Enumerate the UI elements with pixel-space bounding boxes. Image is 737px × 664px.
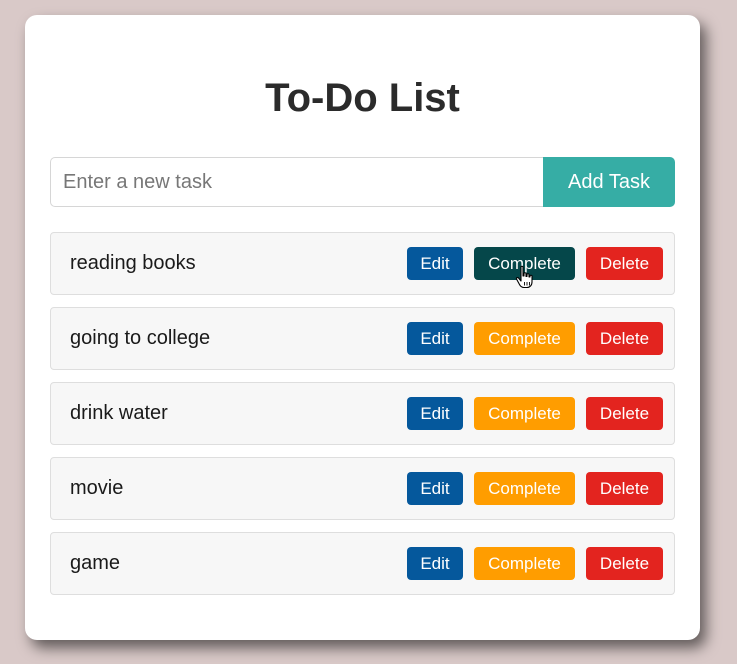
delete-button[interactable]: Delete [586,472,663,505]
task-item: game Edit Complete Delete [50,532,675,595]
delete-button[interactable]: Delete [586,322,663,355]
complete-button[interactable]: Complete [474,247,575,280]
add-task-button[interactable]: Add Task [543,157,675,207]
task-text: game [70,552,121,574]
task-list: reading books Edit Complete Delete going… [50,232,675,607]
task-text: movie [70,477,124,499]
task-text: drink water [70,402,168,424]
complete-button[interactable]: Complete [474,472,575,505]
delete-button[interactable]: Delete [586,547,663,580]
complete-button[interactable]: Complete [474,322,575,355]
edit-button[interactable]: Edit [407,397,463,430]
delete-button[interactable]: Delete [586,397,663,430]
todo-card: To-Do List Add Task reading books Edit C… [25,15,700,640]
edit-button[interactable]: Edit [407,247,463,280]
edit-button[interactable]: Edit [407,322,463,355]
add-task-form: Add Task [50,157,675,207]
task-text: reading books [70,252,196,274]
complete-button[interactable]: Complete [474,547,575,580]
task-item: reading books Edit Complete Delete [50,232,675,295]
new-task-input[interactable] [50,157,543,207]
edit-button[interactable]: Edit [407,547,463,580]
task-item: going to college Edit Complete Delete [50,307,675,370]
edit-button[interactable]: Edit [407,472,463,505]
delete-button[interactable]: Delete [586,247,663,280]
task-item: drink water Edit Complete Delete [50,382,675,445]
task-text: going to college [70,327,211,349]
task-item: movie Edit Complete Delete [50,457,675,520]
page-title: To-Do List [265,76,460,120]
complete-button[interactable]: Complete [474,397,575,430]
